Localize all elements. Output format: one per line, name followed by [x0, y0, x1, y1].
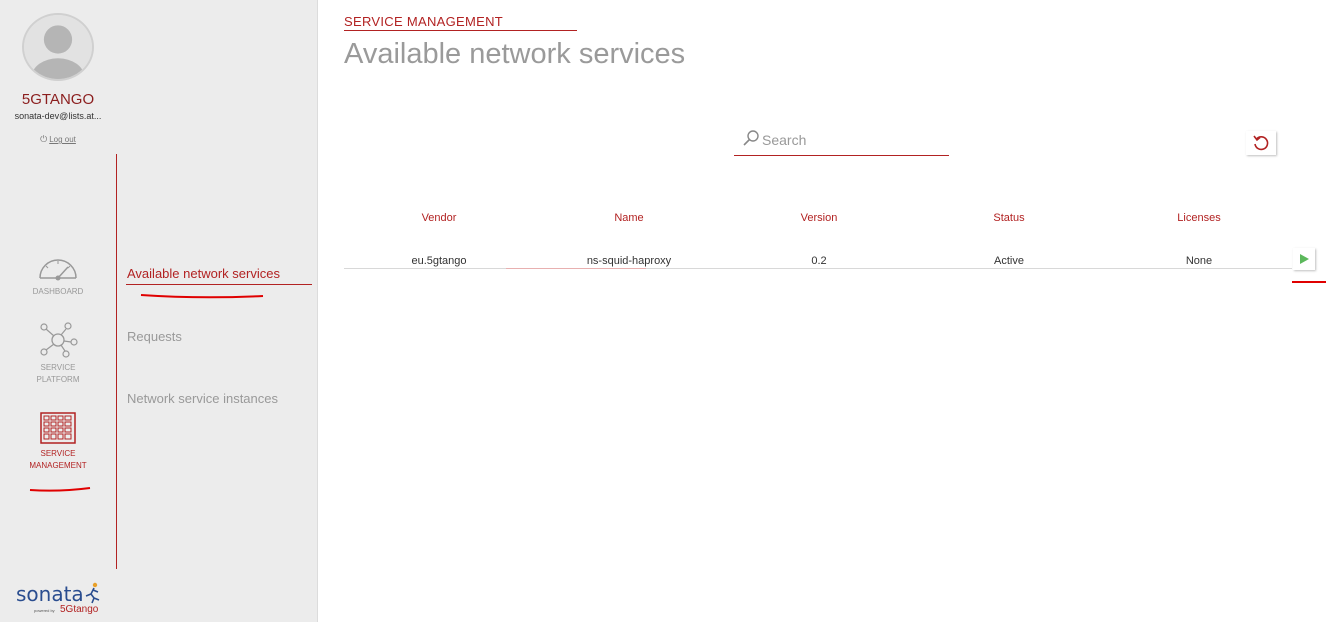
search-icon — [743, 130, 759, 146]
profile-name: 5GTANGO — [21, 91, 95, 108]
breadcrumb-underline — [344, 30, 577, 31]
gauge-icon — [39, 259, 77, 281]
play-underline-mark — [1292, 281, 1326, 283]
runner-icon — [85, 582, 100, 604]
page-title: Available network services — [344, 38, 686, 70]
submenu: Available network services Requests Netw… — [116, 0, 318, 622]
column-header-name[interactable]: Name — [569, 212, 689, 224]
refresh-button[interactable] — [1246, 131, 1276, 155]
cell-version: 0.2 — [811, 255, 827, 267]
logo-brand: sonata — [16, 582, 84, 606]
left-rail: 5GTANGO sonata-dev@lists.at... ⏻ Log out … — [0, 0, 116, 622]
nav-platform-line2: PLATFORM — [36, 375, 80, 384]
logout-label: Log out — [49, 135, 76, 144]
logo-powered-by: powered by — [34, 608, 55, 613]
column-header-status[interactable]: Status — [949, 212, 1069, 224]
service-underline-mark — [29, 487, 91, 492]
instantiate-button[interactable] — [1293, 248, 1315, 270]
nav-service-platform[interactable]: SERVICE PLATFORM — [0, 322, 116, 386]
logo-partner: 5Gtango — [60, 604, 99, 615]
submenu-underline-mark — [140, 294, 264, 299]
cell-vendor: eu.5gtango — [411, 255, 467, 267]
submenu-divider — [116, 154, 117, 569]
network-hub-icon — [40, 322, 78, 358]
cell-status: Active — [994, 255, 1024, 267]
refresh-icon — [1253, 135, 1269, 151]
cell-licenses: None — [1185, 255, 1213, 267]
logout-link[interactable]: ⏻ Log out — [0, 134, 116, 145]
breadcrumb: SERVICE MANAGEMENT — [344, 14, 504, 29]
search-box[interactable] — [734, 126, 949, 156]
power-icon: ⏻ — [40, 134, 48, 144]
main-content: SERVICE MANAGEMENT Available network ser… — [318, 0, 1334, 622]
submenu-item-instances[interactable]: Network service instances — [127, 391, 278, 406]
user-silhouette-icon — [24, 15, 92, 79]
search-input[interactable] — [762, 129, 947, 151]
row-divider-accent — [506, 268, 646, 269]
submenu-active-indicator — [126, 284, 312, 285]
cell-name: ns-squid-haproxy — [586, 255, 672, 267]
submenu-item-requests[interactable]: Requests — [127, 329, 182, 344]
nav-dashboard[interactable]: DASHBOARD — [0, 252, 116, 298]
column-header-vendor[interactable]: Vendor — [379, 212, 499, 224]
column-header-version[interactable]: Version — [759, 212, 879, 224]
app-root: 5GTANGO sonata-dev@lists.at... ⏻ Log out … — [0, 0, 1334, 622]
nav-service-management[interactable]: SERVICE MANAGEMENT — [0, 412, 116, 472]
nav-service-line1: SERVICE — [40, 449, 76, 458]
profile-email: sonata-dev@lists.at... — [14, 111, 102, 121]
row-divider — [344, 268, 1292, 269]
play-icon — [1300, 254, 1309, 264]
submenu-item-available-services[interactable]: Available network services — [127, 266, 280, 281]
column-header-licenses[interactable]: Licenses — [1139, 212, 1259, 224]
nav-service-line2: MANAGEMENT — [29, 461, 87, 470]
grid-icon — [40, 412, 76, 444]
avatar[interactable] — [22, 13, 94, 81]
sonata-logo: sonata powered by 5Gtango — [14, 582, 110, 618]
nav-dashboard-label: DASHBOARD — [32, 287, 84, 296]
nav-platform-line1: SERVICE — [40, 363, 76, 372]
